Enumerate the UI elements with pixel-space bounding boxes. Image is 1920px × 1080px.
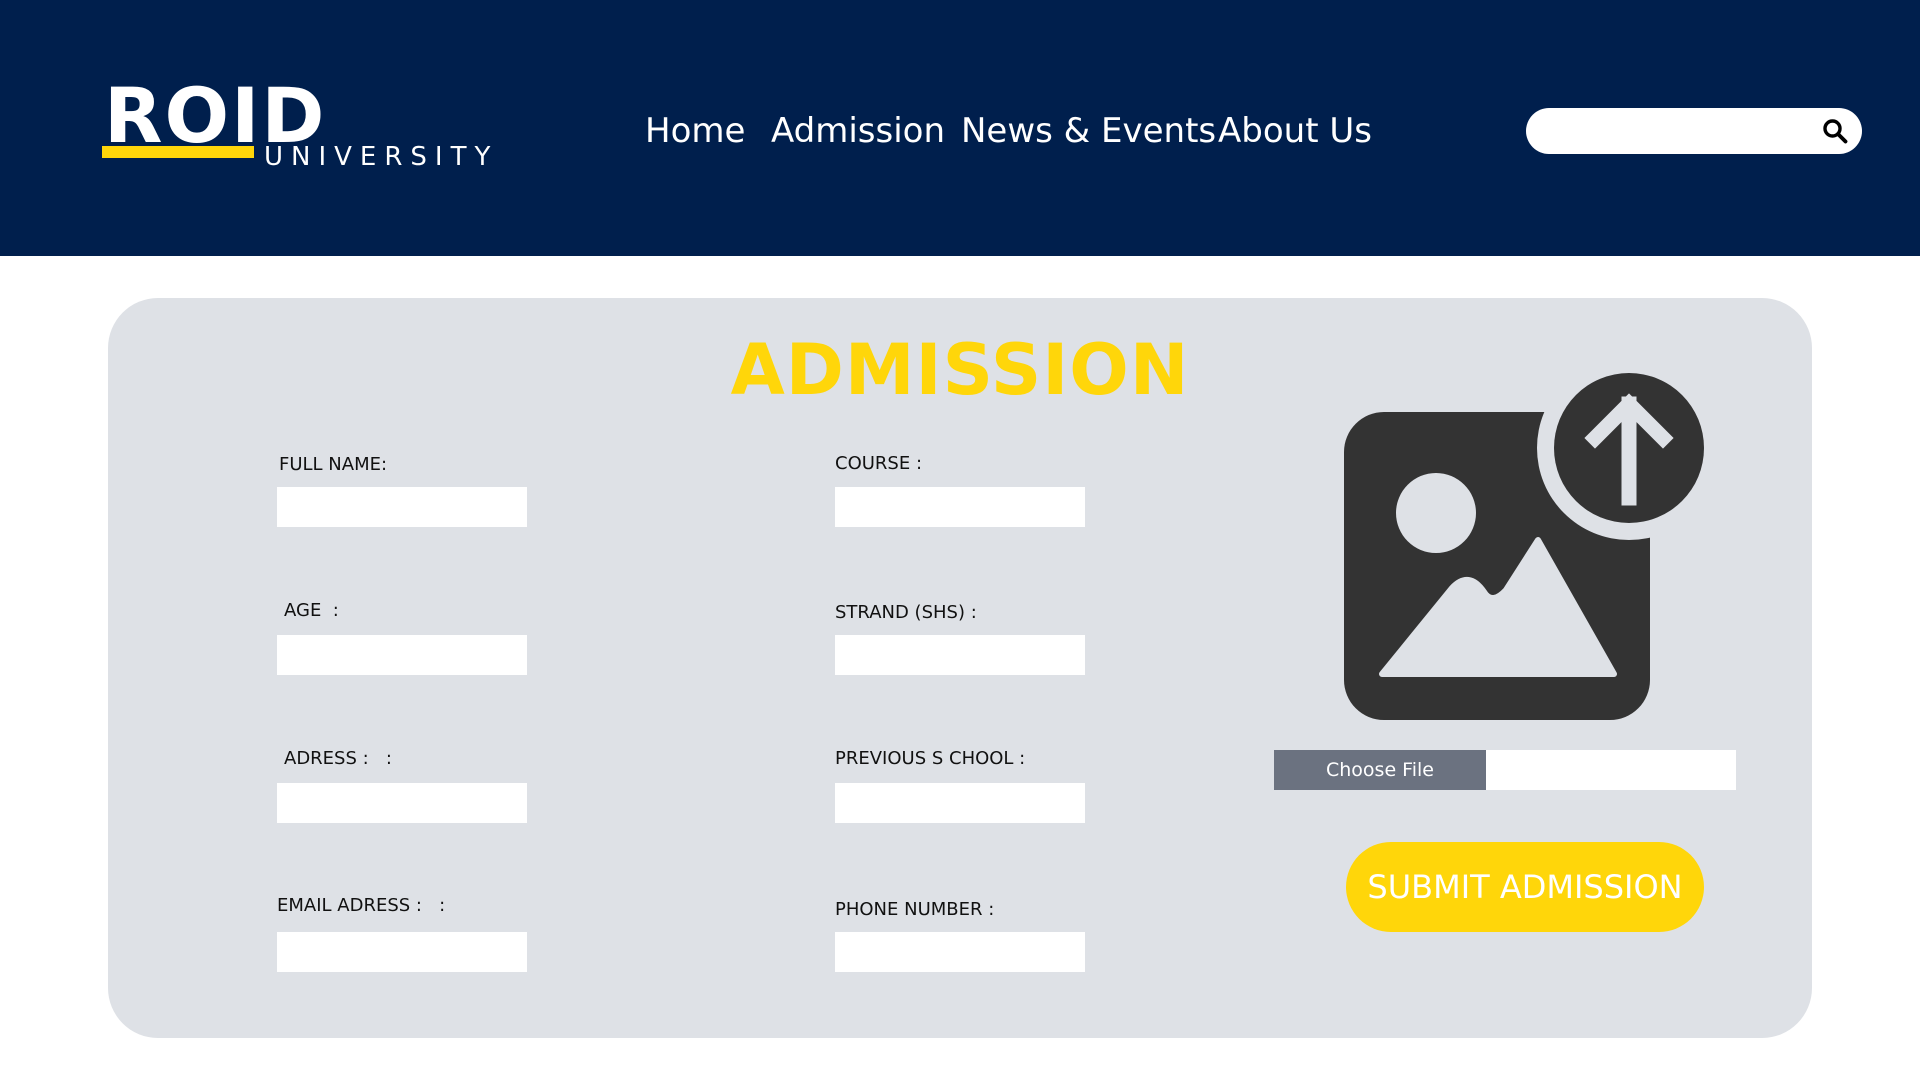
nav-news-events[interactable]: News & Events <box>961 108 1216 154</box>
age-label: AGE : <box>284 600 339 621</box>
course-label: COURSE : <box>835 453 923 474</box>
university-logo[interactable]: ROID UNIVERSITY <box>102 78 492 178</box>
address-label: ADRESS : : <box>284 748 392 769</box>
strand-shs-label: STRAND (SHS) : <box>835 602 977 623</box>
age-field[interactable] <box>277 635 527 675</box>
image-upload-icon[interactable] <box>1344 370 1722 732</box>
previous-school-field[interactable] <box>835 783 1085 823</box>
previous-school-label: PREVIOUS S CHOOL : <box>835 748 1026 769</box>
search-bar <box>1526 108 1862 154</box>
phone-number-label: PHONE NUMBER : <box>835 899 995 920</box>
nav-home[interactable]: Home <box>645 108 745 154</box>
logo-subtitle: UNIVERSITY <box>264 142 499 172</box>
submit-admission-button[interactable]: SUBMIT ADMISSION <box>1346 842 1704 932</box>
course-field[interactable] <box>835 487 1085 527</box>
site-header: ROID UNIVERSITY Home Admission News & Ev… <box>0 0 1920 256</box>
search-icon[interactable] <box>1822 118 1848 144</box>
search-input[interactable] <box>1544 114 1808 150</box>
email-address-label: EMAIL ADRESS : : <box>277 895 446 916</box>
file-name-display[interactable] <box>1486 750 1736 790</box>
address-field[interactable] <box>277 783 527 823</box>
strand-shs-field[interactable] <box>835 635 1085 675</box>
choose-file-button[interactable]: Choose File <box>1274 750 1486 790</box>
admission-form-panel: ADMISSION FULL NAME: AGE : ADRESS : : EM… <box>108 298 1812 1038</box>
phone-number-field[interactable] <box>835 932 1085 972</box>
nav-about-us[interactable]: About Us <box>1218 108 1372 154</box>
logo-accent-bar <box>102 146 254 158</box>
full-name-field[interactable] <box>277 487 527 527</box>
nav-admission[interactable]: Admission <box>771 108 945 154</box>
file-input: Choose File <box>1274 750 1736 790</box>
full-name-label: FULL NAME: <box>279 454 388 475</box>
email-address-field[interactable] <box>277 932 527 972</box>
